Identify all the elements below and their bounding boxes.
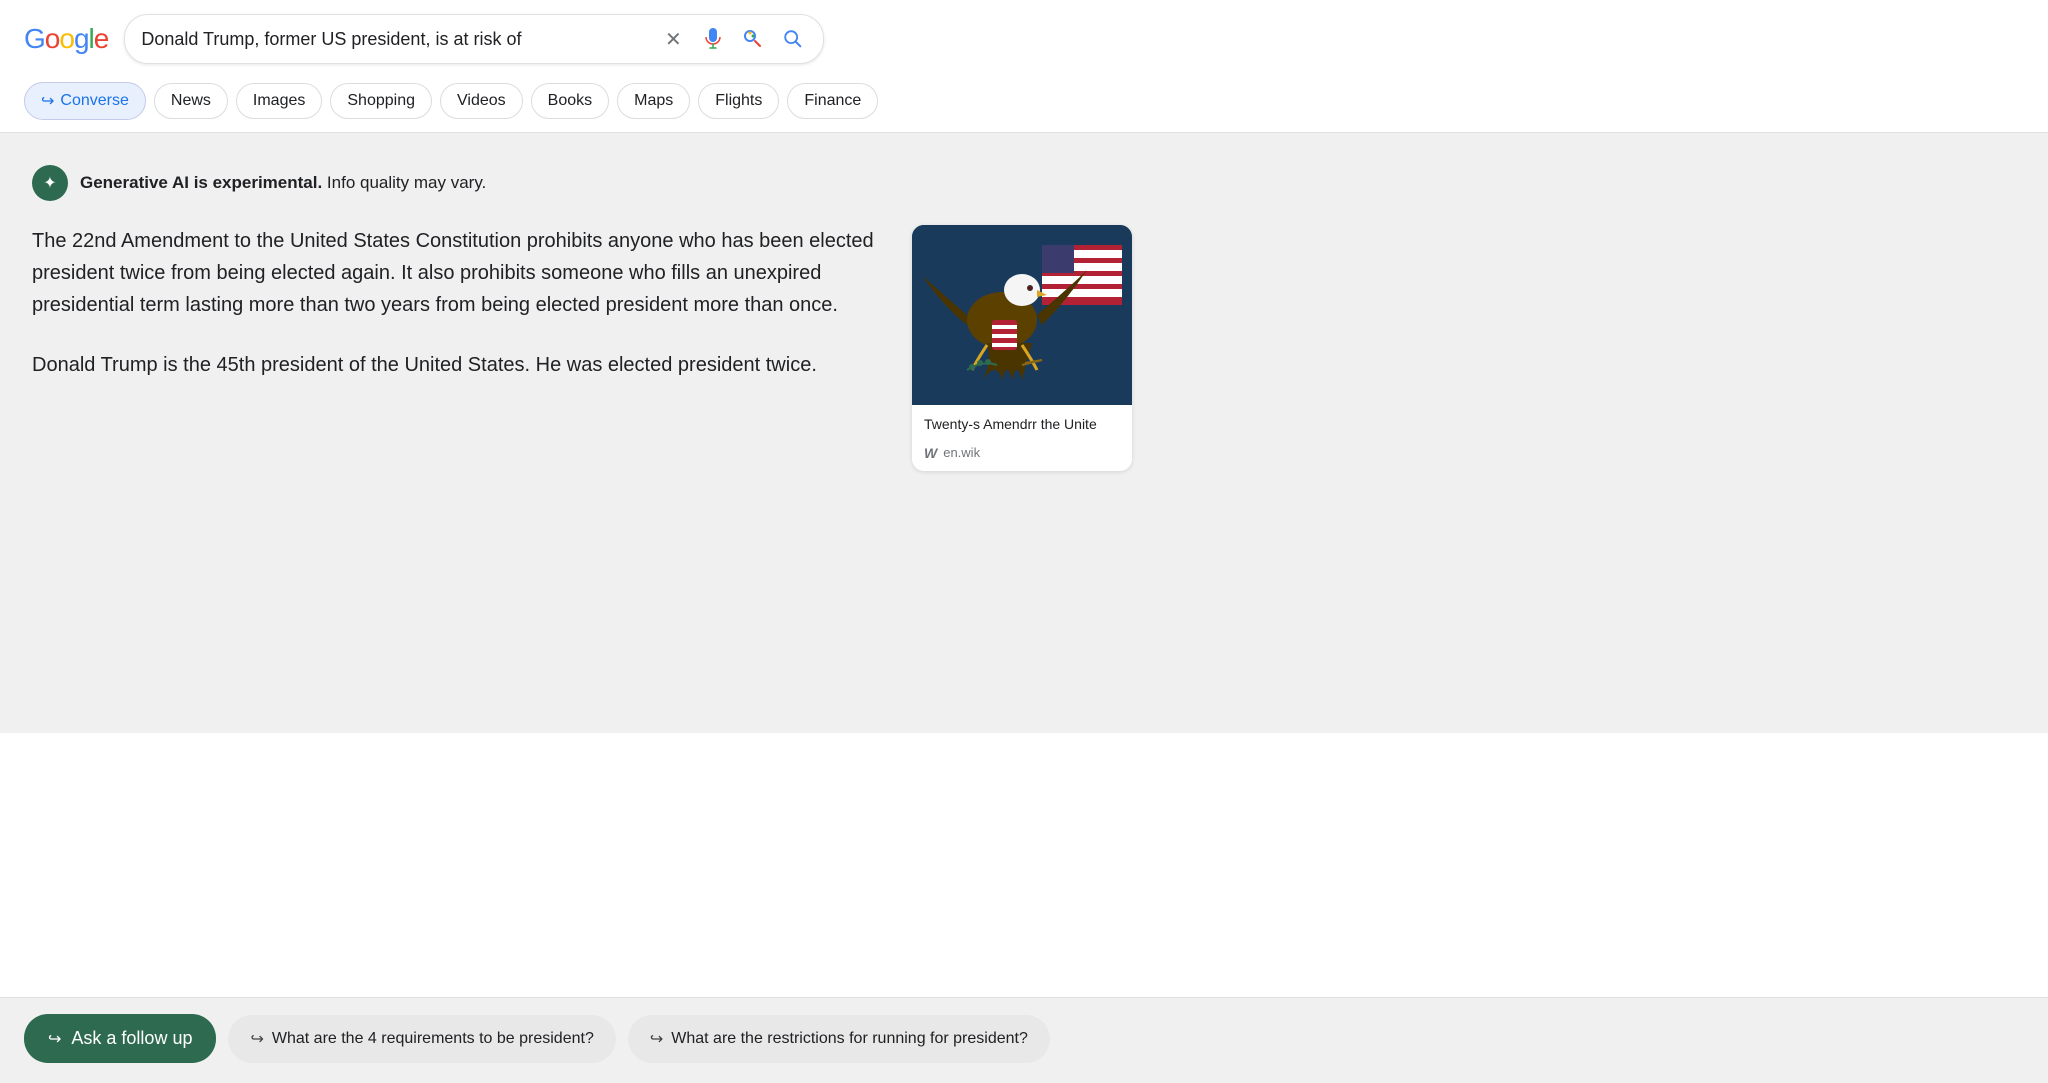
search-query-text: Donald Trump, former US president, is at…: [141, 29, 647, 50]
search-icon: [782, 28, 804, 50]
ai-icon: [32, 165, 68, 201]
chip-label-videos: Videos: [457, 92, 506, 110]
chip-maps[interactable]: Maps: [617, 83, 690, 119]
sidebar-source[interactable]: W en.wik: [912, 439, 1132, 471]
mic-icon: [701, 27, 725, 51]
chip-label-news: News: [171, 92, 211, 110]
chip-label-flights: Flights: [715, 92, 762, 110]
followup-arrow-icon: ↪: [48, 1029, 61, 1049]
chip-flights[interactable]: Flights: [698, 83, 779, 119]
ai-section: Generative AI is experimental. Info qual…: [32, 165, 1132, 471]
ai-body: The 22nd Amendment to the United States …: [32, 225, 1132, 471]
converse-arrow-icon: ↪: [41, 91, 54, 111]
lens-search-button[interactable]: [739, 25, 767, 53]
sidebar-title: Twenty-s Amendrr the Unite: [912, 405, 1132, 439]
chip-label-maps: Maps: [634, 92, 673, 110]
chip-label-books: Books: [548, 92, 592, 110]
chip-label-shopping: Shopping: [347, 92, 415, 110]
ai-paragraph-2: Donald Trump is the 45th president of th…: [32, 349, 888, 381]
chip-label-images: Images: [253, 92, 305, 110]
bottom-bar: ↪ Ask a follow up ↪ What are the 4 requi…: [0, 997, 2048, 1083]
source-url: en.wik: [943, 445, 980, 460]
ai-disclaimer-normal: Info quality may vary.: [322, 173, 486, 192]
chip-videos[interactable]: Videos: [440, 83, 523, 119]
search-submit-button[interactable]: [779, 25, 807, 53]
ai-disclaimer-bold: Generative AI is experimental.: [80, 173, 322, 192]
chip-label-finance: Finance: [804, 92, 861, 110]
sidebar-image: [912, 225, 1132, 405]
ai-text: The 22nd Amendment to the United States …: [32, 225, 888, 471]
clear-button[interactable]: ✕: [659, 25, 687, 53]
main-content: Generative AI is experimental. Info qual…: [0, 133, 2048, 733]
header: Google Donald Trump, former US president…: [0, 0, 2048, 74]
suggestion-text-2: What are the restrictions for running fo…: [671, 1030, 1028, 1048]
sidebar-card[interactable]: Twenty-s Amendrr the Unite W en.wik: [912, 225, 1132, 471]
search-bar[interactable]: Donald Trump, former US president, is at…: [124, 14, 824, 64]
ai-paragraph-1: The 22nd Amendment to the United States …: [32, 225, 888, 321]
chip-news[interactable]: News: [154, 83, 228, 119]
chip-shopping[interactable]: Shopping: [330, 83, 432, 119]
wikipedia-icon: W: [924, 445, 937, 461]
chip-images[interactable]: Images: [236, 83, 322, 119]
google-logo: Google: [24, 23, 108, 55]
suggestion-arrow-icon-2: ↪: [650, 1029, 663, 1049]
followup-label: Ask a follow up: [71, 1028, 192, 1049]
voice-search-button[interactable]: [699, 25, 727, 53]
suggestion-chip-2[interactable]: ↪ What are the restrictions for running …: [628, 1015, 1050, 1063]
ask-followup-button[interactable]: ↪ Ask a follow up: [24, 1014, 216, 1063]
filter-bar: ↪ Converse News Images Shopping Videos B…: [0, 74, 2048, 133]
chip-books[interactable]: Books: [531, 83, 609, 119]
suggestion-arrow-icon-1: ↪: [250, 1029, 263, 1049]
chip-finance[interactable]: Finance: [787, 83, 878, 119]
ai-sidebar: Twenty-s Amendrr the Unite W en.wik: [912, 225, 1132, 471]
suggestion-text-1: What are the 4 requirements to be presid…: [272, 1030, 594, 1048]
chip-converse[interactable]: ↪ Converse: [24, 82, 146, 120]
search-icons: ✕: [659, 25, 807, 53]
sidebar-title-text: Twenty-s Amendrr the Unite: [924, 416, 1097, 432]
clear-icon: ✕: [665, 27, 682, 52]
lens-icon: [741, 27, 765, 51]
suggestion-chip-1[interactable]: ↪ What are the 4 requirements to be pres…: [228, 1015, 615, 1063]
ai-disclaimer: Generative AI is experimental. Info qual…: [80, 173, 486, 193]
chip-label-converse: Converse: [60, 92, 128, 110]
ai-header: Generative AI is experimental. Info qual…: [32, 165, 1132, 201]
